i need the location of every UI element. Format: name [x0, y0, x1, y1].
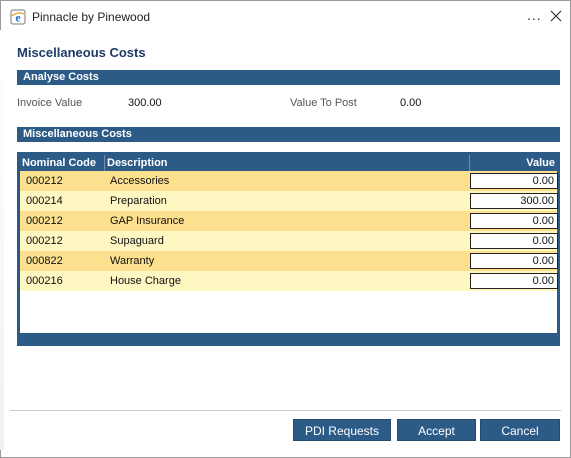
nominal-code-cell: 000822 [26, 255, 63, 267]
column-divider [469, 155, 470, 171]
title-bar: e Pinnacle by Pinewood ... [1, 1, 570, 32]
column-header-value[interactable]: Value [472, 155, 555, 171]
column-header-description[interactable]: Description [107, 155, 168, 171]
value-input[interactable]: 0.00 [470, 233, 558, 249]
column-header-nominal-code[interactable]: Nominal Code [22, 155, 96, 171]
description-cell: Supaguard [110, 235, 164, 247]
value-input[interactable]: 0.00 [470, 173, 558, 189]
value-input[interactable]: 0.00 [470, 213, 558, 229]
ie-icon: e [10, 9, 26, 25]
analyse-costs-header: Analyse Costs [17, 70, 560, 85]
value-input[interactable]: 300.00 [470, 193, 558, 209]
misc-costs-header: Miscellaneous Costs [17, 127, 560, 142]
value-to-post: 0.00 [400, 97, 422, 109]
description-cell: GAP Insurance [110, 215, 185, 227]
table-row[interactable]: 000822 Warranty 0.00 [20, 251, 558, 271]
invoice-value: 300.00 [128, 97, 162, 109]
costs-grid: Nominal Code Description Value 000212 Ac… [17, 152, 560, 346]
description-cell: Accessories [110, 175, 170, 187]
footer-divider [10, 410, 561, 411]
pdi-requests-button[interactable]: PDI Requests [293, 419, 391, 441]
nominal-code-cell: 000212 [26, 175, 63, 187]
value-input[interactable]: 0.00 [470, 273, 558, 289]
left-edge [0, 30, 4, 450]
description-cell: House Charge [110, 275, 181, 287]
table-row[interactable]: 000212 Supaguard 0.00 [20, 231, 558, 251]
costs-grid-body: Nominal Code Description Value 000212 Ac… [20, 155, 558, 333]
close-icon[interactable] [549, 9, 563, 23]
column-divider [104, 155, 105, 171]
value-input[interactable]: 0.00 [470, 253, 558, 269]
page-title: Miscellaneous Costs [17, 45, 146, 60]
value-to-post-label: Value To Post [290, 97, 357, 109]
description-cell: Preparation [110, 195, 167, 207]
nominal-code-cell: 000214 [26, 195, 63, 207]
window-title: Pinnacle by Pinewood [32, 10, 151, 24]
table-row[interactable]: 000214 Preparation 300.00 [20, 191, 558, 211]
invoice-value-label: Invoice Value [17, 97, 83, 109]
nominal-code-cell: 000212 [26, 215, 63, 227]
nominal-code-cell: 000212 [26, 235, 63, 247]
grid-header-row: Nominal Code Description Value [20, 155, 557, 171]
description-cell: Warranty [110, 255, 155, 267]
cancel-button[interactable]: Cancel [480, 419, 560, 441]
nominal-code-cell: 000216 [26, 275, 63, 287]
more-options-button[interactable]: ... [527, 7, 542, 23]
table-row[interactable]: 000212 GAP Insurance 0.00 [20, 211, 558, 231]
table-row[interactable]: 000212 Accessories 0.00 [20, 171, 558, 191]
table-row[interactable]: 000216 House Charge 0.00 [20, 271, 558, 291]
accept-button[interactable]: Accept [397, 419, 476, 441]
